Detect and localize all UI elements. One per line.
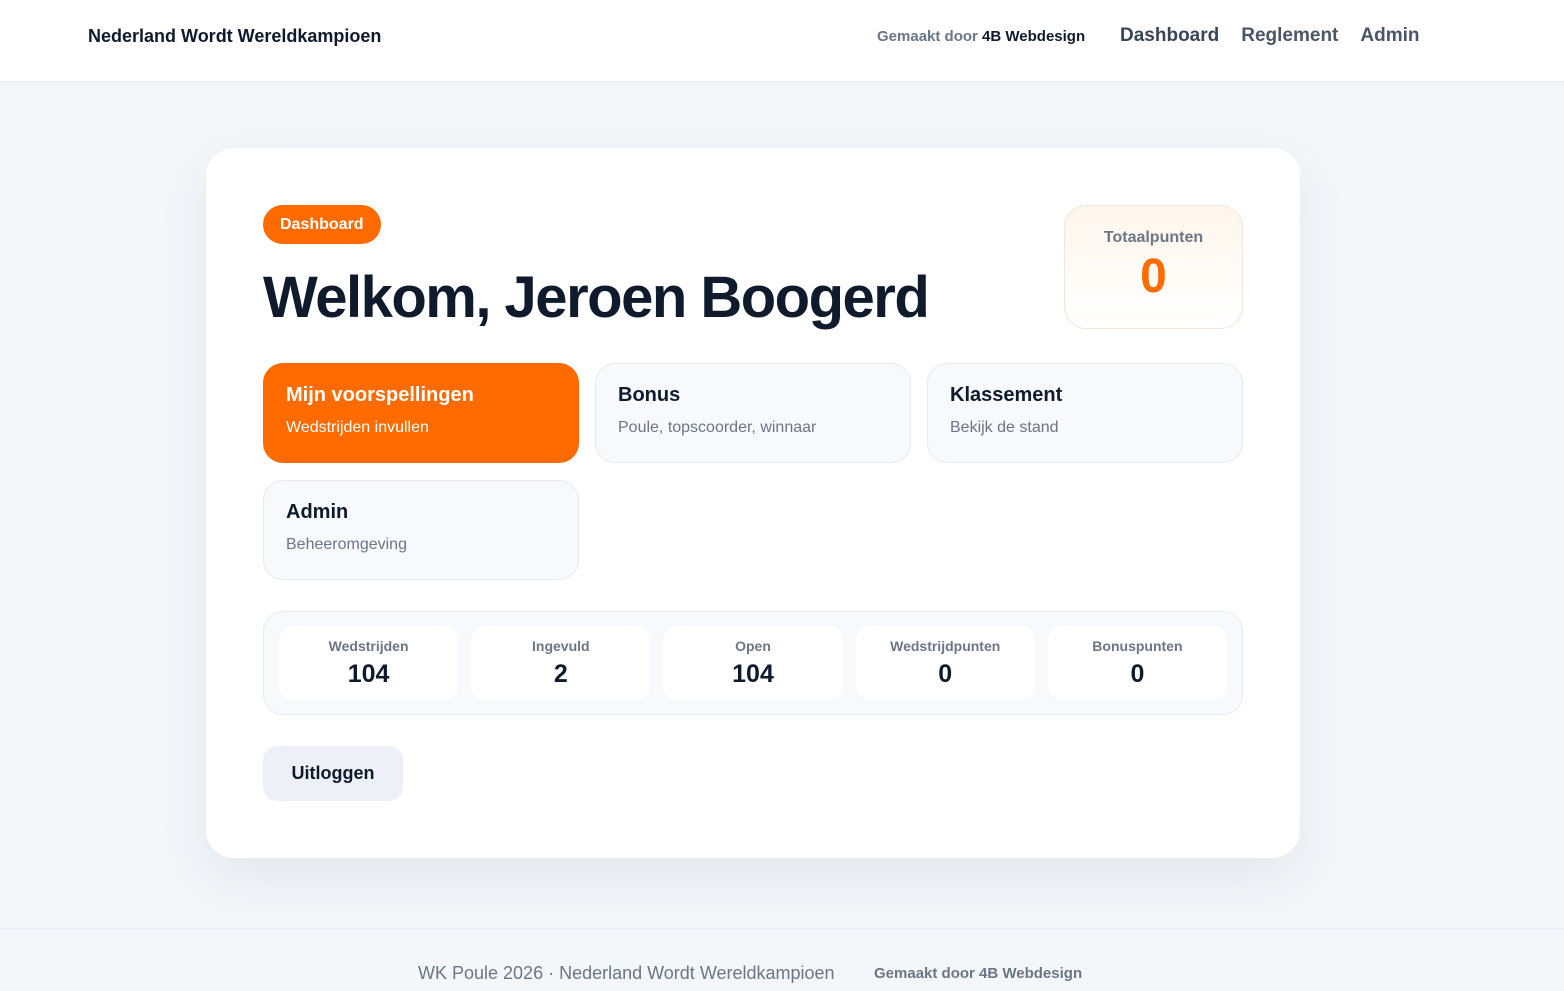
stat-label: Bonuspunten [1092,638,1183,654]
nav-link-dashboard[interactable]: Dashboard [1120,25,1219,47]
total-points-box: Totaalpunten 0 [1064,205,1243,329]
tile-title: Mijn voorspellingen [286,384,474,406]
footer-made-by[interactable]: Gemaakt door 4B Webdesign [874,965,1082,982]
stat-label: Ingevuld [532,638,590,654]
welcome-heading: Welkom, Jeroen Boogerd [263,265,930,330]
stat-value: 0 [1130,660,1145,688]
total-points-value: 0 [1140,250,1167,303]
logout-button[interactable]: Uitloggen [263,746,403,801]
stat-label: Wedstrijden [328,638,409,654]
tile-subtitle: Beheeromgeving [286,536,407,553]
dashboard-badge: Dashboard [263,205,381,244]
made-by-credit: Gemaakt door 4B Webdesign [877,28,1085,45]
stat-value: 2 [553,660,568,688]
stat-label: Wedstrijdpunten [890,638,1001,654]
tile-admin[interactable]: Admin Beheeromgeving [263,480,579,580]
stat-filled: Ingevuld 2 [471,626,651,700]
nav-link-reglement[interactable]: Reglement [1241,25,1338,47]
footer-text: WK Poule 2026 · Nederland Wordt Wereldka… [418,963,835,983]
made-by-name[interactable]: 4B Webdesign [982,28,1085,45]
tile-bonus[interactable]: Bonus Poule, topscoorder, winnaar [595,363,911,463]
total-points-label: Totaalpunten [1103,229,1204,246]
tile-title: Admin [286,501,349,523]
stat-label: Open [735,638,771,654]
stat-value: 0 [938,660,953,688]
tile-subtitle: Wedstrijden invullen [286,419,429,436]
tile-title: Klassement [950,384,1063,406]
top-navigation-bar: Nederland Wordt Wereldkampioen Gemaakt d… [0,0,1564,82]
main-nav: Dashboard Reglement Admin [1120,25,1420,47]
site-brand[interactable]: Nederland Wordt Wereldkampioen [88,26,381,47]
nav-link-admin[interactable]: Admin [1360,25,1419,47]
tile-subtitle: Poule, topscoorder, winnaar [618,419,817,436]
stat-value: 104 [732,660,774,688]
tile-standings[interactable]: Klassement Bekijk de stand [927,363,1243,463]
tile-my-predictions[interactable]: Mijn voorspellingen Wedstrijden invullen [263,363,579,463]
stat-value: 104 [347,660,390,688]
stat-open: Open 104 [663,626,843,700]
stats-panel: Wedstrijden 104 Ingevuld 2 Open 104 Weds… [263,611,1243,715]
dashboard-card: Dashboard Welkom, Jeroen Boogerd Totaalp… [206,148,1300,858]
tile-title: Bonus [618,384,681,406]
made-by-prefix: Gemaakt door [877,28,978,45]
stat-match-points: Wedstrijdpunten 0 [855,626,1035,700]
tile-subtitle: Bekijk de stand [950,419,1059,436]
stat-matches: Wedstrijden 104 [279,626,459,700]
page-footer: WK Poule 2026 · Nederland Wordt Wereldka… [0,928,1564,991]
stat-bonus-points: Bonuspunten 0 [1047,626,1228,700]
